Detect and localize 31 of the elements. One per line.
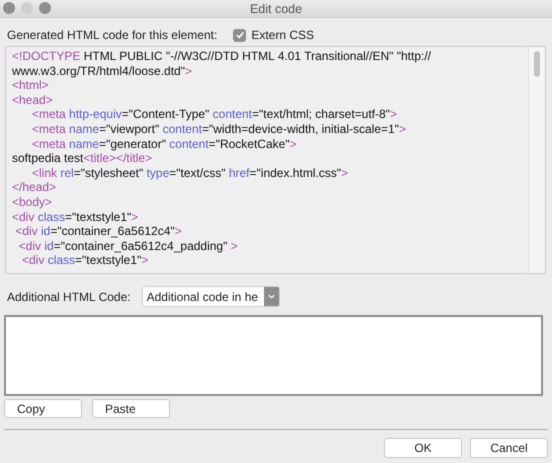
- action-button[interactable]: Paste: [92, 399, 170, 418]
- window-title: Edit code: [250, 2, 302, 16]
- additional-code-field[interactable]: [4, 315, 543, 396]
- scrollbar-thumb[interactable]: [534, 51, 540, 77]
- code-editor[interactable]: [5, 46, 546, 274]
- code-line: <meta name="viewport" content="width=device-width, initial-scale=1">: [31, 122, 407, 137]
- additional-code-dropdown[interactable]: Additional code in he: [142, 286, 280, 307]
- code-line: <link rel="stylesheet" type="text/css" href="index.html.css">: [31, 166, 350, 180]
- dialog-button[interactable]: OK: [384, 438, 462, 458]
- generated-code-label: Generated HTML code for this element:: [7, 28, 218, 42]
- code-line: <head>: [12, 92, 54, 108]
- zoom-icon[interactable]: [39, 2, 51, 14]
- code-line: <body>: [12, 194, 54, 210]
- extern-css-label: Extern CSS: [251, 28, 314, 42]
- code-line: <!DOCTYPE HTML PUBLIC "-//W3C//DTD HTML 4.01 Transitional//EN" "http://: [12, 49, 432, 64]
- chevron-down-icon: [266, 292, 276, 301]
- code-line: <meta http-equiv="Content-Type" content="text/html; charset=utf-8">: [31, 107, 398, 122]
- code-line: <div class="textstyle1">: [21, 253, 150, 268]
- code-line: <div id="container_6a5612c4">: [14, 224, 183, 239]
- code-line: <meta name="generator" content="RocketCake">: [31, 136, 298, 152]
- code-line: <div class="textstyle1">: [12, 210, 140, 224]
- extern-css-checkbox[interactable]: [233, 28, 246, 42]
- dialog-button[interactable]: Cancel: [470, 438, 548, 458]
- code-line: </head>: [12, 180, 58, 195]
- code-line: <html>: [12, 78, 50, 93]
- additional-code-label: Additional HTML Code:: [7, 290, 131, 304]
- code-line: <div id="container_6a5612c4_padding" >: [18, 238, 239, 254]
- close-icon[interactable]: [3, 2, 15, 14]
- action-button[interactable]: Copy: [4, 399, 82, 418]
- code-line: www.w3.org/TR/html4/loose.dtd">: [12, 64, 194, 78]
- code-line: softpedia test<title></title>: [12, 151, 154, 166]
